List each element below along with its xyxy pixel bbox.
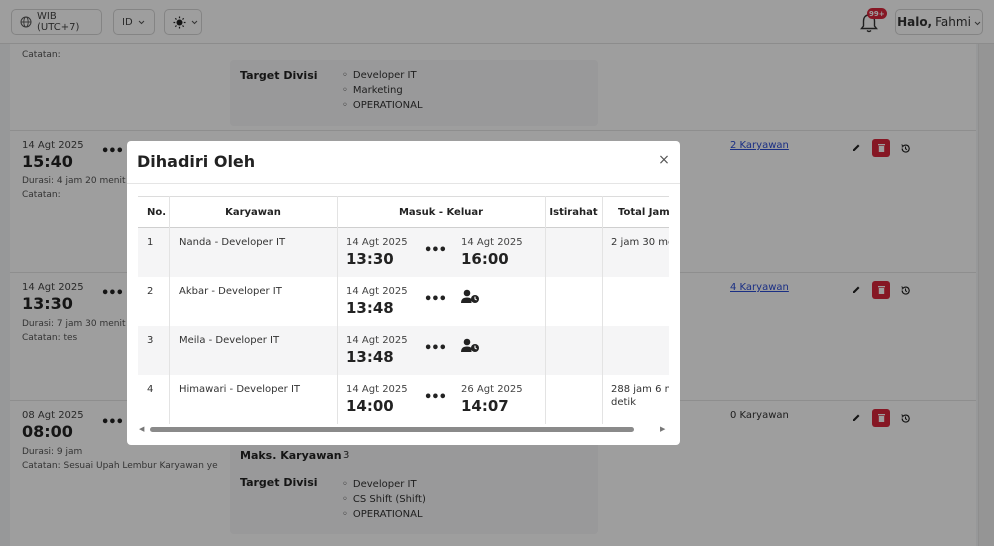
check-in-date: 14 Agt 2025 bbox=[346, 384, 408, 395]
total-hours: 288 jam 6 me bbox=[611, 384, 669, 395]
more-options-icon[interactable]: ••• bbox=[424, 390, 447, 405]
row-number: 3 bbox=[147, 335, 154, 346]
user-clock-icon bbox=[461, 289, 480, 307]
header-total-hours: Total Jam K bbox=[618, 207, 669, 218]
check-in-time: 13:48 bbox=[346, 348, 394, 366]
check-out-time: 14:07 bbox=[461, 397, 509, 415]
row-number: 1 bbox=[147, 237, 154, 248]
check-out-time: 16:00 bbox=[461, 250, 509, 268]
table-row: 2 Akbar - Developer IT 14 Agt 2025 13:48… bbox=[138, 277, 669, 326]
check-in-date: 14 Agt 2025 bbox=[346, 237, 408, 248]
header-no: No. bbox=[147, 207, 167, 218]
more-options-icon[interactable]: ••• bbox=[424, 243, 447, 258]
header-in-out: Masuk - Keluar bbox=[398, 207, 484, 218]
table-row: 1 Nanda - Developer IT 14 Agt 2025 13:30… bbox=[138, 228, 669, 277]
employee-name: Himawari - Developer IT bbox=[179, 384, 300, 395]
scroll-right-icon[interactable]: ▶ bbox=[660, 425, 665, 433]
employee-name: Nanda - Developer IT bbox=[179, 237, 286, 248]
check-in-time: 13:48 bbox=[346, 299, 394, 317]
row-number: 4 bbox=[147, 384, 154, 395]
total-hours-continued: detik bbox=[611, 397, 636, 408]
user-clock-icon bbox=[461, 338, 480, 356]
check-in-time: 14:00 bbox=[346, 397, 394, 415]
attendance-table: No. Karyawan Masuk - Keluar Istirahat To… bbox=[138, 196, 669, 424]
more-options-icon[interactable]: ••• bbox=[424, 341, 447, 356]
modal-title: Dihadiri Oleh bbox=[137, 152, 256, 171]
column-divider bbox=[337, 196, 338, 424]
table-row: 4 Himawari - Developer IT 14 Agt 2025 14… bbox=[138, 375, 669, 424]
header-break: Istirahat bbox=[549, 207, 598, 218]
close-icon[interactable]: × bbox=[657, 152, 671, 168]
column-divider bbox=[545, 196, 546, 424]
column-divider bbox=[169, 196, 170, 424]
more-options-icon[interactable]: ••• bbox=[424, 292, 447, 307]
attendance-modal: Dihadiri Oleh × No. Karyawan Masuk - Kel… bbox=[127, 141, 680, 445]
employee-name: Meila - Developer IT bbox=[179, 335, 280, 346]
scroll-left-icon[interactable]: ◀ bbox=[139, 425, 144, 433]
header-employee: Karyawan bbox=[225, 207, 281, 218]
check-in-date: 14 Agt 2025 bbox=[346, 286, 408, 297]
table-header: No. Karyawan Masuk - Keluar Istirahat To… bbox=[138, 196, 669, 228]
row-number: 2 bbox=[147, 286, 154, 297]
scrollbar-thumb[interactable] bbox=[150, 427, 634, 432]
total-hours: 2 jam 30 men bbox=[611, 237, 669, 248]
column-divider bbox=[602, 196, 603, 424]
check-in-time: 13:30 bbox=[346, 250, 394, 268]
modal-divider bbox=[127, 183, 680, 184]
table-horizontal-scrollbar[interactable]: ◀ ▶ bbox=[138, 424, 669, 436]
check-out-date: 26 Agt 2025 bbox=[461, 384, 523, 395]
table-row: 3 Meila - Developer IT 14 Agt 2025 13:48… bbox=[138, 326, 669, 375]
check-in-date: 14 Agt 2025 bbox=[346, 335, 408, 346]
employee-name: Akbar - Developer IT bbox=[179, 286, 282, 297]
check-out-date: 14 Agt 2025 bbox=[461, 237, 523, 248]
